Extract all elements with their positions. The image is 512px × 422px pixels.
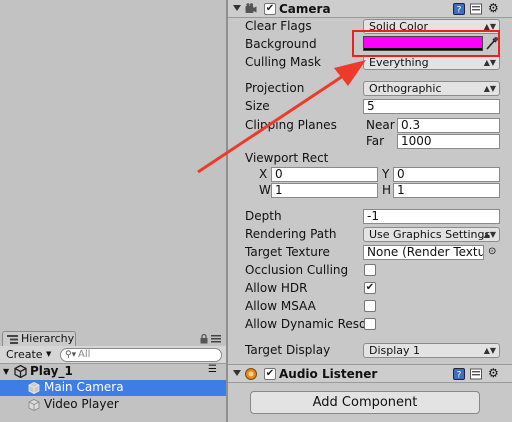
- target-texture-field[interactable]: None (Render Textu: [363, 245, 484, 260]
- create-label: Create: [6, 348, 43, 361]
- allow-msaa-checkbox[interactable]: [364, 300, 376, 312]
- lock-icon[interactable]: [200, 334, 208, 344]
- depth-input[interactable]: -1: [363, 209, 500, 224]
- highlight-rectangle: [352, 30, 500, 57]
- scene-name: Play_1: [30, 364, 73, 378]
- hierarchy-item-main-camera[interactable]: Main Camera: [0, 380, 226, 396]
- tab-hierarchy[interactable]: Hierarchy: [2, 331, 76, 346]
- dropdown-arrows-icon: ▲▼: [483, 230, 496, 239]
- projection-label: Projection: [245, 81, 305, 95]
- dropdown-arrows-icon: ▲▼: [483, 58, 496, 67]
- viewport-rect-label: Viewport Rect: [245, 151, 329, 165]
- scene-view-area: [0, 0, 228, 330]
- svg-text:?: ?: [457, 371, 462, 381]
- occlusion-culling-label: Occlusion Culling: [245, 263, 349, 277]
- viewport-w-label: W: [259, 183, 271, 197]
- search-icon: ⚲▾: [65, 350, 77, 360]
- help-icon[interactable]: ?: [453, 368, 465, 380]
- camera-title: Camera: [279, 2, 331, 16]
- target-display-dropdown[interactable]: Display 1 ▲▼: [363, 343, 500, 358]
- depth-label: Depth: [245, 209, 282, 223]
- viewport-x-input[interactable]: 0: [271, 167, 378, 182]
- camera-component-header[interactable]: ✔ Camera ? ⚙: [228, 0, 512, 18]
- dropdown-arrows-icon: ▲▼: [483, 346, 496, 355]
- search-placeholder: All: [78, 349, 91, 360]
- camera-enabled-checkbox[interactable]: ✔: [264, 3, 276, 15]
- far-label: Far: [366, 134, 385, 148]
- culling-mask-label: Culling Mask: [245, 55, 321, 69]
- create-button[interactable]: Create ▼: [4, 348, 56, 362]
- audio-listener-title: Audio Listener: [279, 367, 378, 381]
- rendering-path-label: Rendering Path: [245, 227, 337, 241]
- culling-mask-dropdown[interactable]: Everything ▲▼: [363, 55, 500, 70]
- rendering-path-dropdown[interactable]: Use Graphics Settings ▲▼: [363, 227, 500, 242]
- unity-logo-icon: [14, 365, 27, 378]
- allow-msaa-label: Allow MSAA: [245, 299, 316, 313]
- help-icon[interactable]: ?: [453, 3, 465, 15]
- gear-icon[interactable]: ⚙: [488, 1, 499, 15]
- gameobject-icon: [28, 382, 40, 394]
- culling-mask-value: Everything: [369, 56, 429, 69]
- menu-icon[interactable]: [211, 335, 221, 343]
- clear-flags-label: Clear Flags: [245, 19, 312, 33]
- hierarchy-item-label: Main Camera: [44, 380, 124, 394]
- viewport-w-input[interactable]: 1: [271, 183, 378, 198]
- foldout-arrow-icon[interactable]: [233, 370, 241, 376]
- size-input[interactable]: 5: [363, 99, 500, 114]
- chevron-down-icon: ▼: [46, 350, 52, 358]
- allow-dynamic-res-checkbox[interactable]: [364, 318, 376, 330]
- expand-arrow-icon[interactable]: ▼: [3, 367, 9, 376]
- camera-icon: [245, 3, 257, 13]
- gear-icon[interactable]: ⚙: [488, 366, 499, 380]
- dropdown-arrows-icon: ▲▼: [483, 84, 496, 93]
- foldout-arrow-icon[interactable]: [233, 5, 241, 11]
- target-texture-label: Target Texture: [245, 245, 330, 259]
- viewport-h-input[interactable]: 1: [393, 183, 500, 198]
- hierarchy-list-icon: [7, 335, 18, 344]
- hierarchy-item-video-player[interactable]: Video Player: [0, 397, 226, 413]
- background-label: Background: [245, 37, 317, 51]
- hierarchy-tab-label: Hierarchy: [21, 332, 75, 345]
- preset-icon[interactable]: [470, 368, 482, 380]
- target-display-label: Target Display: [245, 343, 331, 357]
- object-picker-icon[interactable]: ⊙: [488, 246, 496, 257]
- hierarchy-item-label: Video Player: [44, 397, 119, 411]
- svg-text:?: ?: [457, 6, 462, 16]
- viewport-y-label: Y: [382, 167, 390, 181]
- viewport-y-input[interactable]: 0: [393, 167, 500, 182]
- hierarchy-tab-tools: [196, 333, 226, 345]
- rendering-path-value: Use Graphics Settings: [369, 228, 491, 241]
- allow-hdr-checkbox[interactable]: ✔: [364, 282, 376, 294]
- viewport-x-label: X: [259, 167, 268, 181]
- occlusion-culling-checkbox[interactable]: [364, 264, 376, 276]
- allow-hdr-label: Allow HDR: [245, 281, 308, 295]
- scene-row[interactable]: ▼ Play_1 ☰: [0, 364, 226, 380]
- size-label: Size: [245, 99, 270, 113]
- far-input[interactable]: 1000: [397, 134, 500, 149]
- preset-icon[interactable]: [470, 3, 482, 15]
- audio-listener-component-header[interactable]: ✔ Audio Listener ? ⚙: [228, 364, 512, 383]
- projection-value: Orthographic: [369, 82, 442, 95]
- scene-menu-icon[interactable]: ☰: [208, 364, 217, 375]
- gameobject-icon: [28, 399, 40, 411]
- hierarchy-search-input[interactable]: ⚲▾ All: [60, 348, 222, 362]
- viewport-h-label: H: [382, 183, 392, 197]
- audio-listener-enabled-checkbox[interactable]: ✔: [264, 368, 276, 380]
- allow-dynamic-res-label: Allow Dynamic Reso: [245, 317, 367, 331]
- audio-listener-icon: [245, 368, 257, 380]
- near-input[interactable]: 0.3: [397, 118, 500, 133]
- target-display-value: Display 1: [369, 344, 421, 357]
- clipping-planes-label: Clipping Planes: [245, 118, 337, 132]
- near-label: Near: [366, 118, 395, 132]
- add-component-button[interactable]: Add Component: [250, 391, 480, 414]
- projection-dropdown[interactable]: Orthographic ▲▼: [363, 81, 500, 96]
